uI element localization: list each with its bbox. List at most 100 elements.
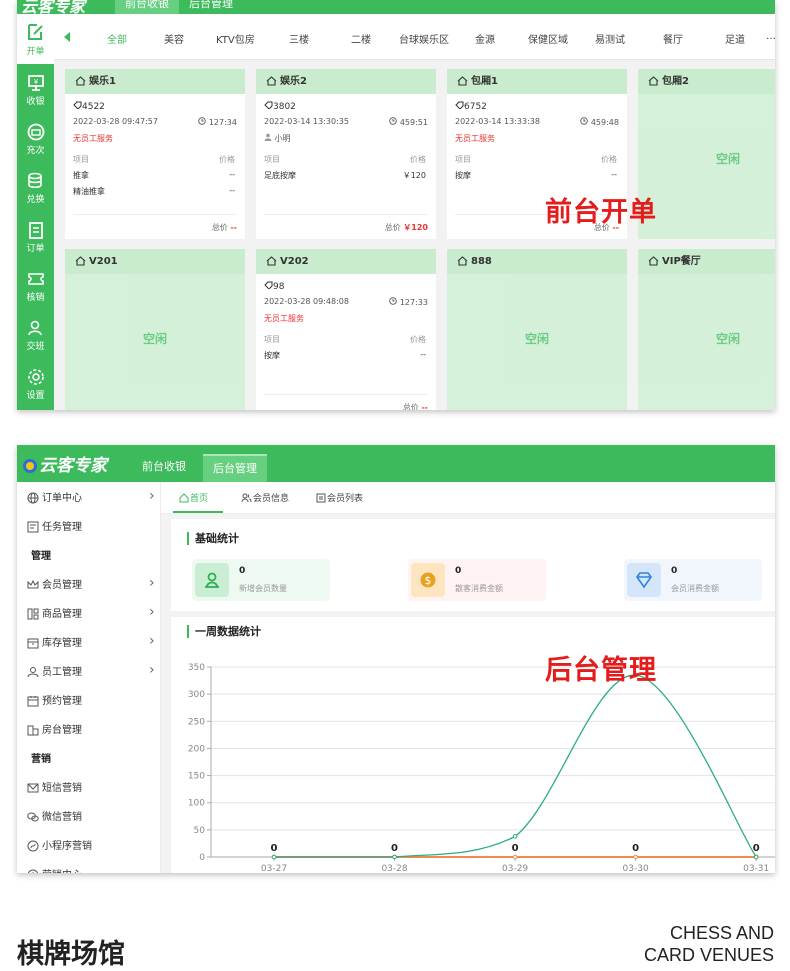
tag-icon — [264, 101, 273, 110]
series-point — [512, 854, 518, 860]
tab-front-cashier[interactable]: 前台收银 — [115, 0, 179, 14]
room-staff-value: 无员工服务 — [455, 134, 495, 143]
tab-member-info[interactable]: 会员信息 — [241, 491, 289, 504]
total-label: 总价 — [402, 403, 419, 410]
room-card[interactable]: V202 98 2022-03-28 09:48:08 127:33 无员工服务 项目 价… — [256, 249, 436, 410]
data-label: 0 — [753, 843, 760, 854]
menu-item[interactable]: 房台管理 — [27, 721, 82, 736]
service-item-name: 精油推拿 — [73, 187, 105, 196]
section-title: 基础统计 — [187, 532, 239, 545]
room-guests: 98 — [264, 281, 284, 292]
room-staff: 无员工服务 — [455, 133, 495, 144]
chevron-right-icon[interactable]: › — [149, 488, 155, 504]
chevron-right-icon[interactable]: › — [149, 604, 155, 620]
category-prev-icon[interactable] — [64, 32, 70, 42]
menu-item-label: 会员管理 — [42, 580, 82, 591]
menu-item[interactable]: 任务管理 — [27, 518, 82, 533]
room-name: 娱乐2 — [280, 76, 307, 87]
menu-item[interactable]: 库存管理 — [27, 634, 82, 649]
data-label: 0 — [271, 843, 278, 854]
category-item[interactable]: 餐厅 — [663, 31, 683, 46]
sidebar-item-label: 收银 — [26, 97, 45, 107]
room-duration: 459:51 — [389, 117, 428, 127]
back-sidebar: 订单中心 › 任务管理 管理 会员管理 › 商品管理 › 库存管理 › 员工管理 › 预约管理 房台管理营… — [17, 482, 161, 873]
back-office-caption: 后台管理 — [545, 655, 657, 686]
service-item-price: ￥120 — [402, 171, 426, 180]
service-item-name: 按摩 — [264, 351, 280, 360]
room-header: 娱乐2 — [256, 69, 436, 94]
category-item[interactable]: 保健区域 — [528, 31, 568, 46]
home-icon — [648, 256, 659, 266]
room-card[interactable]: 包厢2 空闲 — [638, 69, 775, 239]
col-price-header: 价格 — [601, 155, 617, 164]
coin-icon: $ — [411, 563, 445, 597]
menu-item[interactable]: 商品管理 — [27, 605, 82, 620]
task-icon — [27, 521, 39, 533]
room-card[interactable]: VIP餐厅 空闲 — [638, 249, 775, 410]
tab-home[interactable]: 首页 — [179, 491, 208, 504]
page-tabs: 首页 会员信息 会员列表 — [161, 482, 775, 514]
menu-item-label: 订单中心 — [42, 493, 82, 504]
col-item-header: 项目 — [73, 155, 89, 164]
room-card[interactable]: 888 空闲 — [447, 249, 627, 410]
user-swap-icon — [27, 320, 42, 336]
room-name: VIP餐厅 — [662, 256, 701, 267]
tab-member-list[interactable]: 会员列表 — [316, 491, 363, 504]
total-value: -- — [230, 223, 237, 232]
chevron-right-icon[interactable]: › — [149, 633, 155, 649]
sidebar-item-recharge[interactable]: 充次 — [17, 115, 54, 163]
category-item[interactable]: 三楼 — [289, 31, 309, 46]
home-icon — [266, 76, 277, 86]
tab-back-office[interactable]: 后台管理 — [203, 454, 267, 482]
room-card[interactable]: 娱乐2 3802 2022-03-14 13:30:35 459:51 小明 项目 价格… — [256, 69, 436, 239]
category-item[interactable]: 足道 — [725, 31, 745, 46]
menu-item-label: 小程序营销 — [42, 841, 92, 852]
sidebar-item-cashier[interactable]: ¥ 收银 — [17, 66, 54, 114]
menu-item[interactable]: 微信营销 — [27, 808, 82, 823]
sidebar-item-exchange[interactable]: 兑换 — [17, 164, 54, 212]
menu-item[interactable]: 会员管理 — [27, 576, 82, 591]
back-top-bar: 云客专家 前台收银 后台管理 — [17, 445, 775, 482]
room-details: 4522 2022-03-28 09:47:57 127:34 无员工服务 项目 价格推… — [65, 94, 245, 239]
sidebar-item-shift[interactable]: 交班 — [17, 311, 54, 359]
menu-item[interactable]: 员工管理 — [27, 663, 82, 678]
sidebar-item-orders[interactable]: 订单 — [17, 213, 54, 261]
category-item[interactable]: 易测试 — [595, 31, 625, 46]
series-point — [512, 834, 518, 839]
category-item[interactable]: 美容 — [164, 31, 184, 46]
svg-text:$: $ — [425, 574, 432, 587]
user-icon — [264, 133, 272, 141]
category-item[interactable]: 二楼 — [351, 31, 371, 46]
chevron-right-icon[interactable]: › — [149, 575, 155, 591]
dashboard-main: 基础统计 0 新增会员数量 $0 散客消费金额 0 会员消费金额 一周数据统计 0 50 10… — [161, 514, 775, 873]
category-more[interactable]: … — [766, 31, 775, 42]
menu-group-label: 营销 — [31, 754, 51, 765]
sidebar-item-redeem[interactable]: 核销 — [17, 262, 54, 310]
room-card[interactable]: 娱乐1 4522 2022-03-28 09:47:57 127:34 无员工服务 项目… — [65, 69, 245, 239]
sidebar-item-open-order[interactable]: 开单 — [17, 14, 54, 64]
list-icon — [316, 493, 326, 503]
menu-item[interactable]: 营销中心 — [27, 866, 82, 873]
room-start-time: 2022-03-14 13:33:38 — [455, 117, 540, 126]
menu-item-label: 营销中心 — [42, 870, 82, 873]
tab-front-cashier[interactable]: 前台收银 — [132, 454, 196, 482]
room-header: 娱乐1 — [65, 69, 245, 94]
menu-item[interactable]: 订单中心 — [27, 489, 82, 504]
stat-tile: 0 新增会员数量 — [192, 559, 330, 601]
menu-item[interactable]: 短信营销 — [27, 779, 82, 794]
category-item[interactable]: 台球娱乐区 — [399, 31, 449, 46]
menu-item[interactable]: 预约管理 — [27, 692, 82, 707]
category-all[interactable]: 全部 — [107, 31, 127, 46]
category-item[interactable]: KTV包房 — [216, 31, 255, 46]
recharge-icon — [27, 123, 44, 141]
chevron-right-icon[interactable]: › — [149, 662, 155, 678]
room-name: 包厢2 — [662, 76, 689, 87]
menu-item[interactable]: 小程序营销 — [27, 837, 92, 852]
room-card[interactable]: V201 空闲 — [65, 249, 245, 410]
col-item-header: 项目 — [264, 155, 280, 164]
tab-back-office[interactable]: 后台管理 — [179, 0, 243, 14]
sidebar-item-settings[interactable]: 设置 — [17, 360, 54, 408]
category-item[interactable]: 金源 — [475, 31, 495, 46]
front-desk-panel: 云客专家 前台收银 后台管理 开单 ¥ 收银 充次 兑换 订单 核销 交班 设置… — [17, 0, 775, 410]
menu-item-label: 任务管理 — [42, 522, 82, 533]
